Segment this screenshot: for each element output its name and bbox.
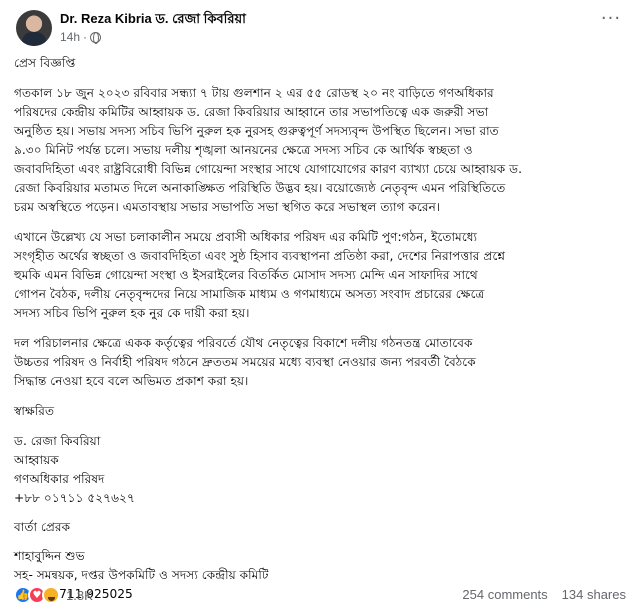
shares-count[interactable]: 134 shares <box>562 587 626 602</box>
text-line: সদস্য সচিব ভিপি নুরুল হক নুর কে দায়ী কর… <box>14 306 250 320</box>
signed-label: স্বাক্ষরিত <box>14 404 55 418</box>
post-stats: 254 comments 134 shares <box>462 587 626 602</box>
text-line: অনুষ্ঠিত হয়। সভায় সদস্য সচিব ভিপি নুরু… <box>14 124 499 138</box>
haha-icon <box>42 586 60 604</box>
facebook-post: Dr. Reza Kibria ড. রেজা কিবরিয়া 14h · ·… <box>0 0 640 615</box>
signatory-block: ড. রেজা কিবরিয়া আহ্বায়ক গণঅধিকার পরিষদ +৮… <box>14 432 626 508</box>
paragraph-3: দল পরিচালনার ক্ষেত্রে একক কর্তৃত্বের পরি… <box>14 334 626 391</box>
text-line: গতকাল ১৮ জুন ২০২৩ রবিবার সন্ধ্যা ৭ টায় … <box>14 86 494 100</box>
post-content: প্রেস বিজ্ঞপ্তি গতকাল ১৮ জুন ২০২৩ রবিবার… <box>14 54 626 604</box>
comments-count[interactable]: 254 comments <box>462 587 547 602</box>
signatory-line: ড. রেজা কিবরিয়া <box>14 434 101 448</box>
meta-separator: · <box>83 30 88 44</box>
avatar[interactable] <box>16 10 52 46</box>
paragraph-1: গতকাল ১৮ জুন ২০২৩ রবিবার সন্ধ্যা ৭ টায় … <box>14 84 626 217</box>
text-line: চরম অস্বস্থিতে পড়েন। এমতাবস্থায় সভার স… <box>14 200 441 214</box>
signatory-line: +৮৮ ০১৭১১ ৫২৭৬২৭ <box>14 491 135 505</box>
signatory-line: আহ্বায়ক <box>14 453 59 467</box>
press-title: প্রেস বিজ্ঞপ্তি <box>14 56 76 70</box>
text-line: সিদ্ধান্ত নেওয়া হবে বলে অভিমত প্রকাশ কর… <box>14 374 249 388</box>
text-line: হুমকি এমন বিভিন্ন গোয়েন্দা সংস্থা ও ইসর… <box>14 268 478 282</box>
text-line: ৯.৩০ মিনিট পর্যন্ত চলে। সভায় দলীয় শৃঙ্… <box>14 143 473 157</box>
text-line: পরিষদের কেন্দ্রীয় কমিটির আহ্বায়ক ড. রে… <box>14 105 489 119</box>
reactions-summary[interactable]: 👍 ♥ 1.8K <box>14 586 93 604</box>
text-line: সংগৃহীত অর্থের স্বচ্ছতা ও জবাবদিহিতা এবং… <box>14 249 506 263</box>
globe-icon <box>90 31 102 44</box>
signatory-line: গণঅধিকার পরিষদ <box>14 472 105 486</box>
more-options-icon[interactable]: ··· <box>596 10 626 34</box>
text-line: রেজা কিবরিয়ার মতামত দিলে অনাকাঙ্ক্ষিত প… <box>14 181 506 195</box>
sender-line: সহ- সমন্বয়ক, দপ্তর উপকমিটি ও সদস্য কেন্… <box>14 568 269 582</box>
author-name[interactable]: Dr. Reza Kibria ড. রেজা কিবরিয়া <box>60 10 246 31</box>
post-time[interactable]: 14h <box>60 30 80 44</box>
sender-label: বার্তা প্রেরক <box>14 520 71 534</box>
text-line: গোপন বৈঠক, দলীয় নেতৃবৃন্দদের নিয়ে সামা… <box>14 287 485 301</box>
paragraph-2: এখানে উল্লেখ্য যে সভা চলাকালীন সময়ে প্র… <box>14 228 626 323</box>
text-line: উচ্চতর পরিষদ ও নির্বাহী পরিষদ গঠনে দ্রুত… <box>14 355 476 369</box>
text-line: জবাবদিহিতা এবং রাষ্ট্রবিরোধী বিভিন্ন গোয… <box>14 162 523 176</box>
text-line: এখানে উল্লেখ্য যে সভা চলাকালীন সময়ে প্র… <box>14 230 478 244</box>
reaction-count[interactable]: 1.8K <box>66 588 93 603</box>
text-line: দল পরিচালনার ক্ষেত্রে একক কর্তৃত্বের পরি… <box>14 336 473 350</box>
sender-line: শাহাবুদ্দিন শুভ <box>14 549 85 563</box>
post-meta: 14h · <box>60 30 102 44</box>
